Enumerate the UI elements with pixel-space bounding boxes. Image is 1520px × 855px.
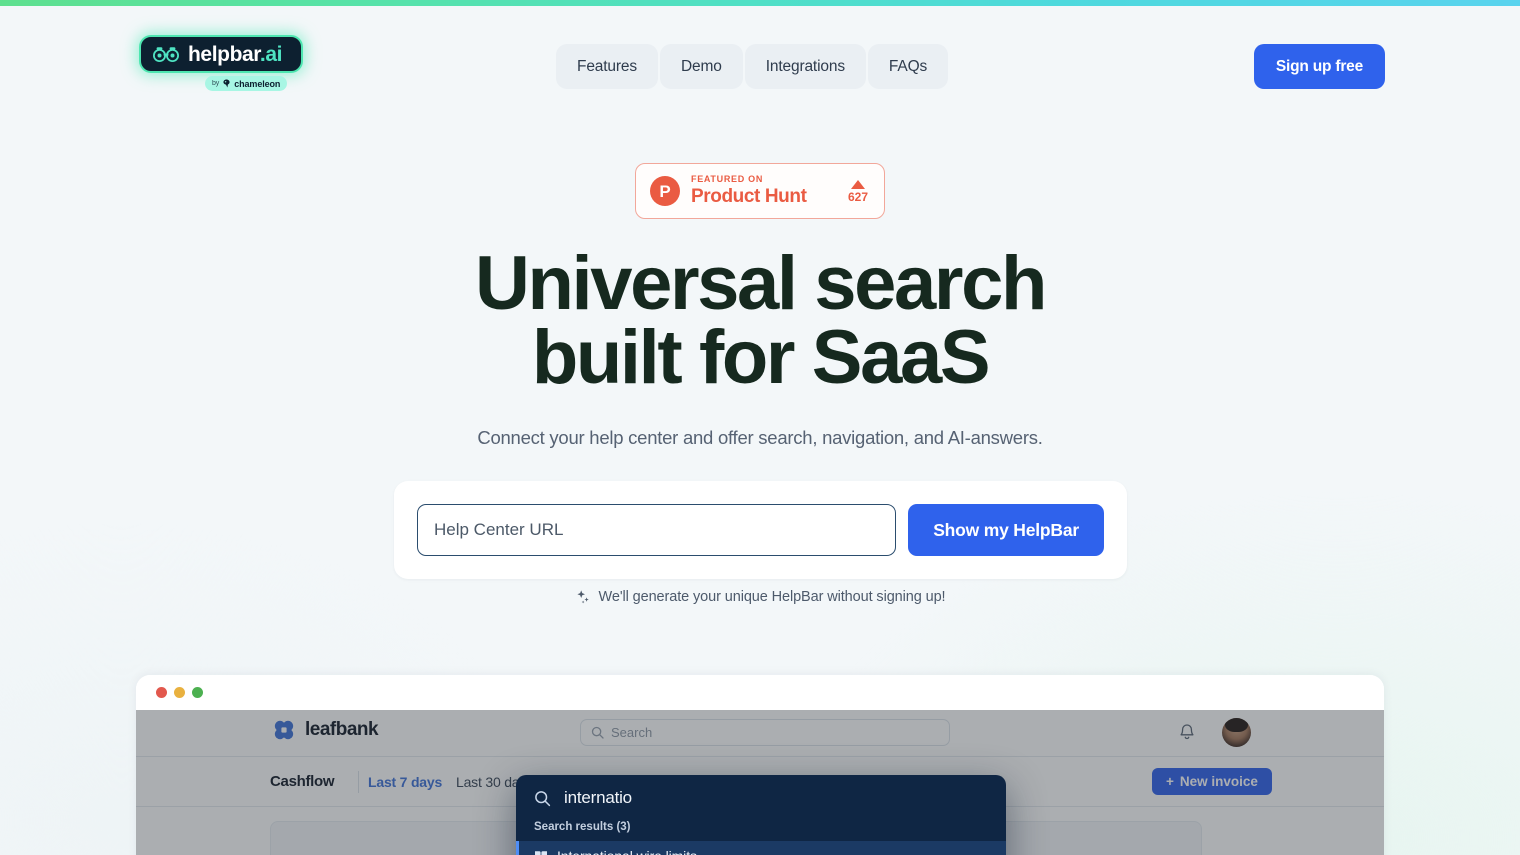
- page-title: Universal search built for SaaS: [0, 241, 1520, 400]
- hero-title-line-1: Universal search: [475, 241, 1047, 326]
- generate-note-text: We'll generate your unique HelpBar witho…: [598, 589, 946, 605]
- product-hunt-upvote-group[interactable]: 627: [847, 179, 870, 204]
- bell-icon: [1180, 724, 1194, 740]
- product-hunt-upvote-count: 627: [847, 189, 868, 204]
- helpbar-result-title: International wire limits: [557, 848, 697, 855]
- mockup-app-topbar: leafbank Search: [136, 710, 1384, 757]
- cashflow-title: Cashflow: [270, 773, 335, 790]
- helpbar-results-label: Search results (3): [534, 821, 631, 833]
- helpbar-search-row[interactable]: internatio: [516, 775, 1006, 821]
- generate-note: We'll generate your unique HelpBar witho…: [0, 589, 1520, 605]
- search-icon: [591, 726, 604, 739]
- brand-logo[interactable]: helpbar.ai by chameleon: [139, 35, 303, 91]
- window-maximize-dot[interactable]: [192, 687, 203, 698]
- byline-company-label: chameleon: [234, 78, 281, 89]
- nav-item-features[interactable]: Features: [556, 44, 658, 89]
- product-hunt-name: Product Hunt: [691, 185, 807, 207]
- window-minimize-dot[interactable]: [174, 687, 185, 698]
- product-hunt-featured-label: FEATURED ON: [691, 173, 764, 184]
- plus-icon: +: [1166, 774, 1174, 789]
- binoculars-icon: [153, 47, 179, 62]
- triangle-up-icon: [850, 179, 865, 189]
- helpbar-result-item[interactable]: International wire limits Leafbank impos…: [516, 841, 1006, 855]
- leafbank-flower-icon: [274, 720, 294, 740]
- browser-titlebar: [136, 675, 1384, 710]
- range-last-7-days[interactable]: Last 7 days: [368, 774, 442, 790]
- signup-free-button[interactable]: Sign up free: [1253, 44, 1385, 89]
- nav-item-faqs[interactable]: FAQs: [867, 44, 949, 89]
- leafbank-brand: leafbank: [273, 719, 379, 741]
- product-hunt-logo-letter: P: [659, 181, 671, 201]
- nav-item-integrations[interactable]: Integrations: [744, 44, 866, 89]
- product-hunt-text-group: FEATURED ON Product Hunt: [691, 173, 837, 208]
- helpbar-query-text: internatio: [564, 788, 632, 807]
- logo-word: helpbar: [188, 42, 260, 66]
- url-submit-card: Show my HelpBar: [394, 481, 1127, 579]
- helpbar-result-title-row: International wire limits: [534, 848, 988, 855]
- top-gradient-bar: [0, 0, 1520, 6]
- book-icon: [535, 851, 547, 855]
- mockup-app-search-input[interactable]: Search: [580, 719, 950, 746]
- helpbar-overlay: internatio Search results (3) Internatio…: [516, 775, 1006, 855]
- browser-mockup: leafbank Search Cashflow Last 7 days Las…: [136, 675, 1384, 855]
- show-my-helpbar-button[interactable]: Show my HelpBar: [908, 504, 1104, 556]
- toolbar-divider: [358, 771, 359, 793]
- main-nav: Features Demo Integrations FAQs: [556, 44, 949, 89]
- sparkles-icon: [576, 590, 589, 604]
- product-hunt-badge[interactable]: P FEATURED ON Product Hunt 627: [635, 163, 885, 219]
- nav-item-demo[interactable]: Demo: [659, 44, 743, 89]
- logo-pill[interactable]: helpbar.ai: [139, 35, 303, 73]
- leafbank-name: leafbank: [305, 719, 379, 740]
- help-center-url-input[interactable]: [417, 504, 897, 556]
- avatar[interactable]: [1222, 718, 1251, 747]
- byline-chameleon: by chameleon: [205, 76, 288, 91]
- hero-title-line-2: built for SaaS: [531, 314, 991, 400]
- chameleon-icon: [223, 79, 230, 88]
- logo-tld: .ai: [259, 42, 283, 66]
- hero-subtitle: Connect your help center and offer searc…: [477, 427, 1043, 448]
- notifications-button[interactable]: [1178, 723, 1196, 747]
- site-header: helpbar.ai by chameleon Features Demo In…: [0, 6, 1520, 106]
- mockup-app-area: leafbank Search Cashflow Last 7 days Las…: [136, 710, 1384, 855]
- search-icon: [535, 790, 551, 806]
- product-hunt-logo-icon: P: [650, 176, 680, 206]
- byline-by-label: by: [212, 80, 220, 87]
- mockup-app-search-placeholder: Search: [611, 725, 653, 740]
- new-invoice-button[interactable]: + New invoice: [1152, 768, 1272, 795]
- new-invoice-label: New invoice: [1179, 774, 1258, 789]
- window-close-dot[interactable]: [156, 687, 167, 698]
- logo-wordmark: helpbar.ai: [188, 44, 282, 65]
